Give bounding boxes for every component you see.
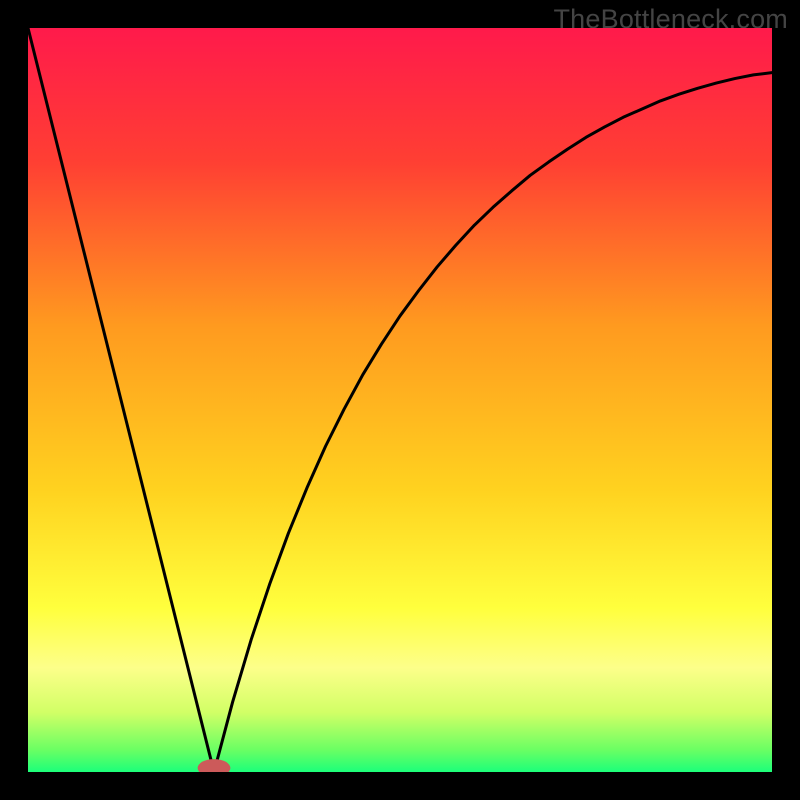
plot-area [28, 28, 772, 772]
gradient-background [28, 28, 772, 772]
chart-frame: TheBottleneck.com [0, 0, 800, 800]
chart-svg [28, 28, 772, 772]
